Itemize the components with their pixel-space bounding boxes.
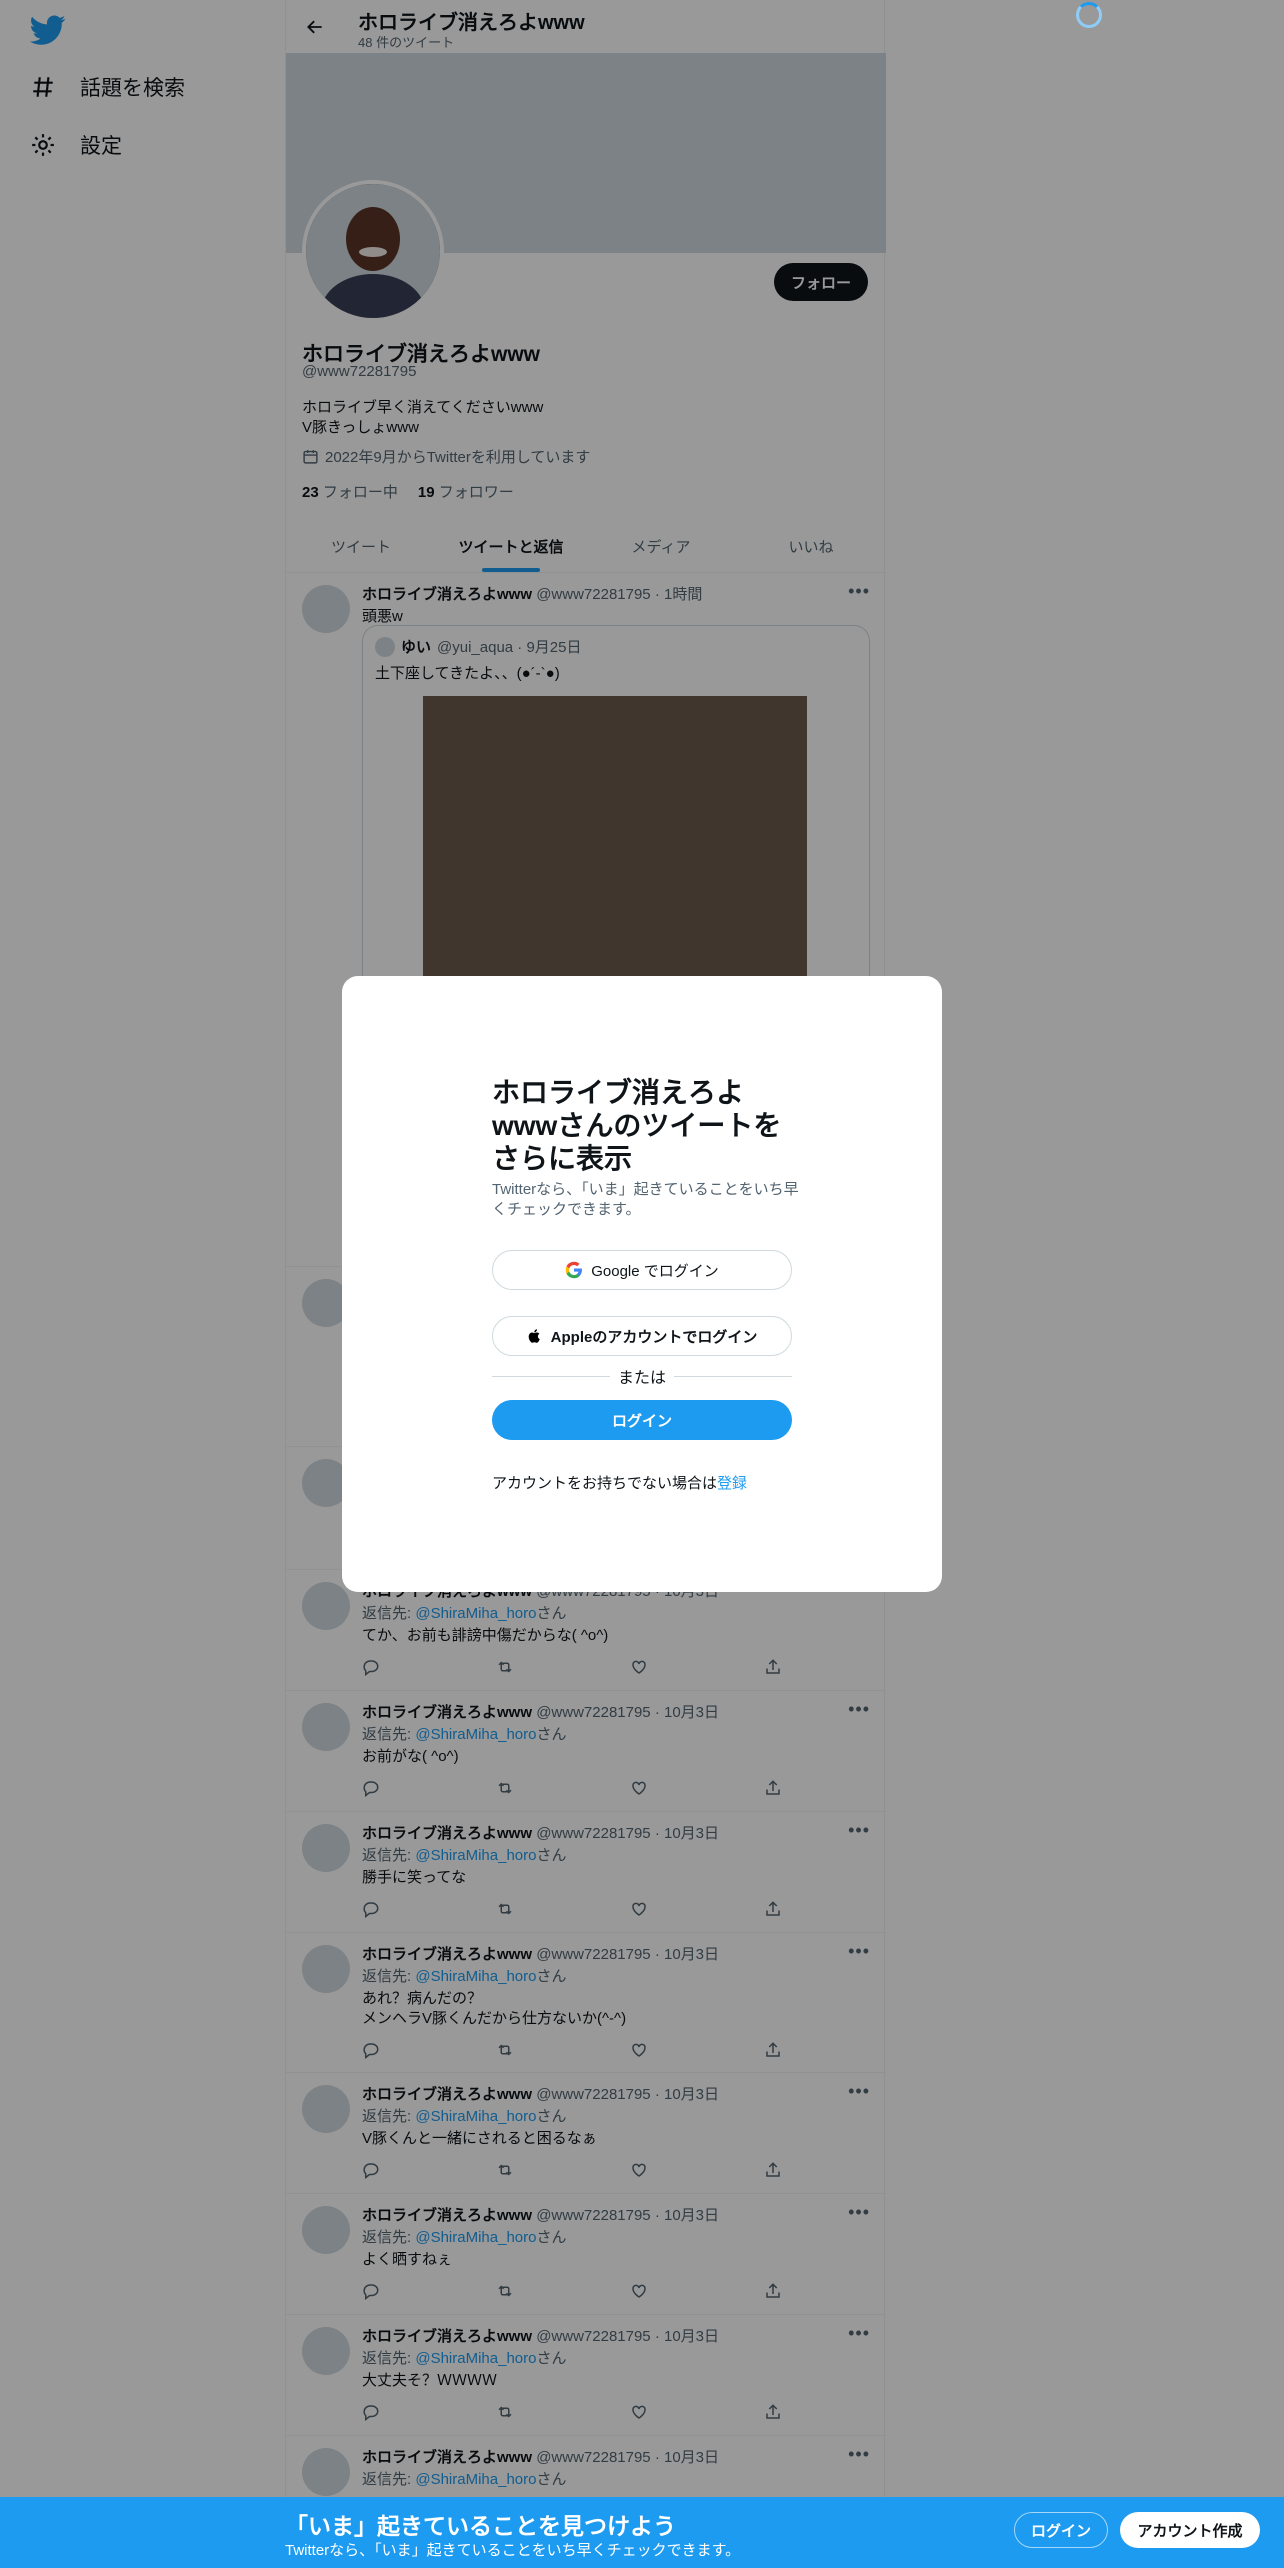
or-label: または — [618, 1370, 667, 1387]
bottom-bar-subtitle: Twitterなら、「いま」起きていることをいち早くチェックできます。 — [285, 2542, 741, 2559]
page: 話題を検索 設定 ホロライブ消えろよwww 48 件のツイート フォロー ホロラ… — [0, 0, 1284, 2568]
bottom-login-button[interactable]: ログイン — [1014, 2512, 1108, 2548]
google-icon — [565, 1261, 583, 1279]
bottom-bar-title: 「いま」起きていることを見つけよう — [285, 2513, 676, 2539]
google-login-label: Google でログイン — [591, 1262, 719, 1280]
or-divider: または — [492, 1366, 793, 1387]
signup-link[interactable]: 登録 — [717, 1475, 747, 1492]
login-modal: ホロライブ消えろよwwwさんのツイートをさらに表示 Twitterなら、「いま」… — [342, 976, 942, 1592]
apple-login-button[interactable]: Appleのアカウントでログイン — [492, 1316, 792, 1356]
bottom-signup-bar: 「いま」起きていることを見つけよう Twitterなら、「いま」起きていることを… — [0, 2497, 1284, 2568]
apple-icon — [528, 1329, 540, 1343]
google-login-button[interactable]: Google でログイン — [492, 1250, 792, 1290]
apple-login-label: Appleのアカウントでログイン — [550, 1328, 758, 1346]
modal-subtitle: Twitterなら、「いま」起きていることをいち早くチェックできます。 — [492, 1181, 799, 1218]
loading-spinner-icon — [1076, 2, 1102, 28]
modal-title: ホロライブ消えろよwwwさんのツイートをさらに表示 — [492, 1077, 782, 1174]
signup-prompt: アカウントをお持ちでない場合は登録 — [492, 1475, 748, 1492]
bottom-signup-button[interactable]: アカウント作成 — [1120, 2512, 1260, 2548]
login-button[interactable]: ログイン — [492, 1400, 792, 1440]
